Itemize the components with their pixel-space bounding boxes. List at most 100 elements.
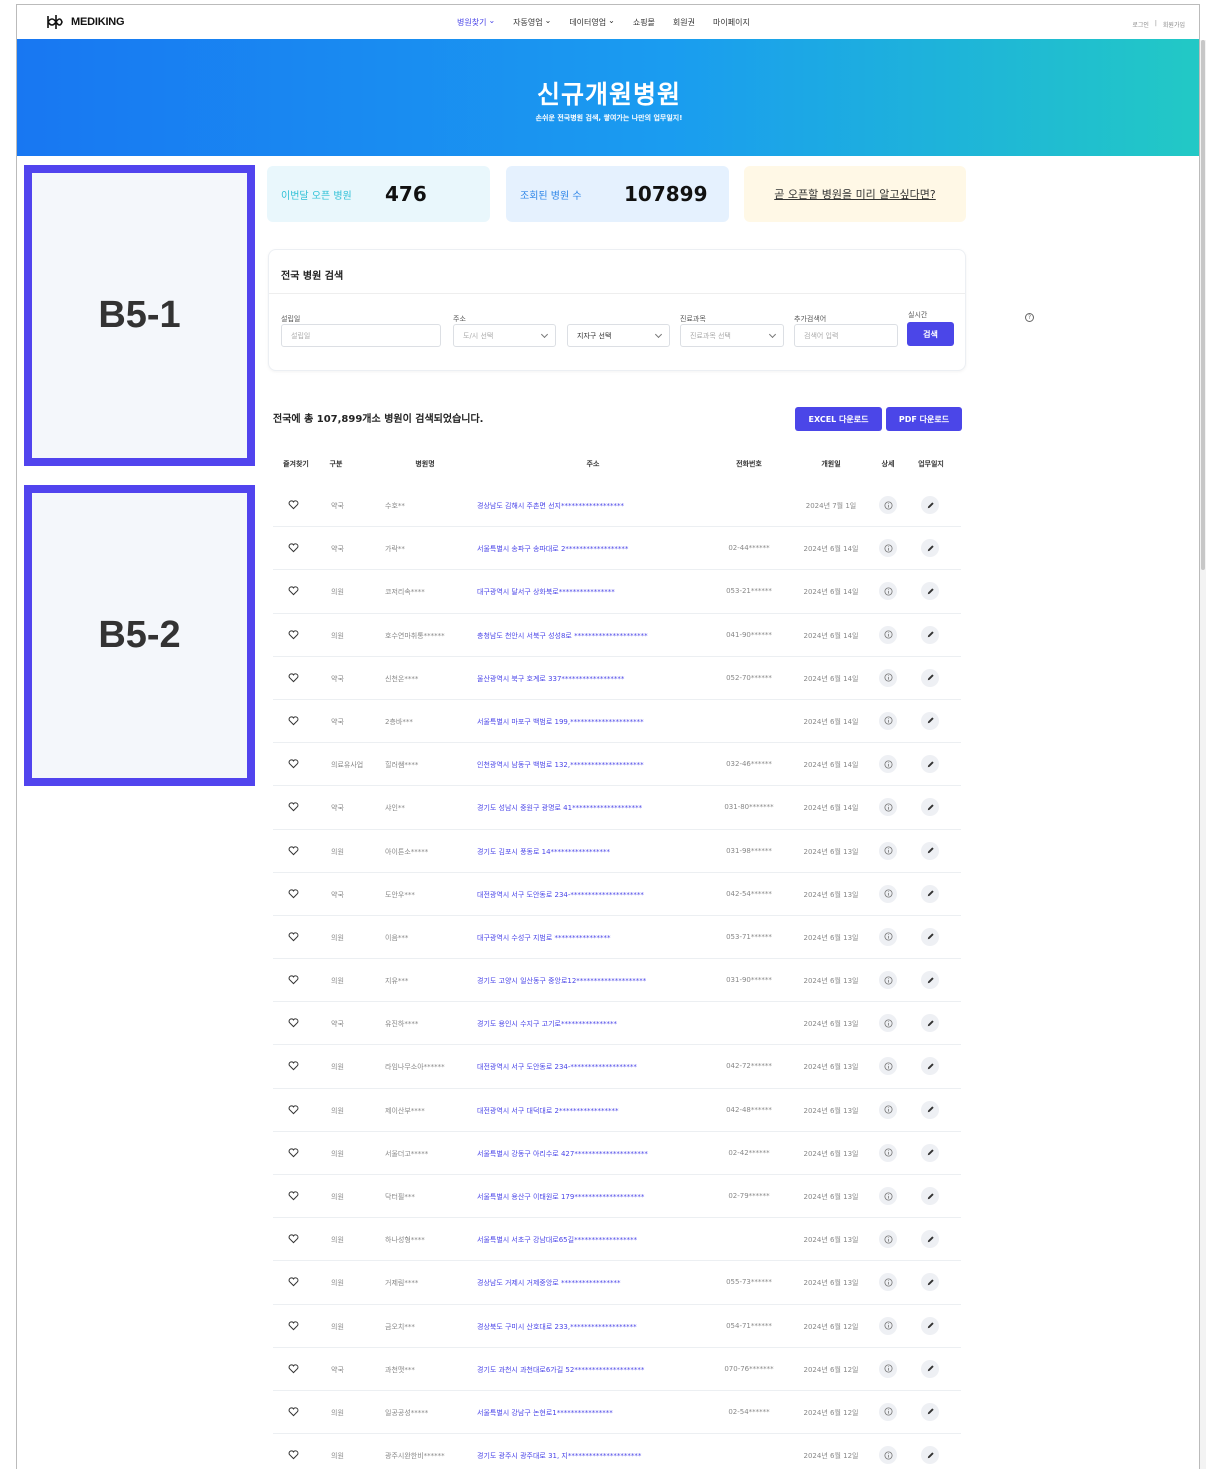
heart-icon[interactable]: [288, 974, 299, 985]
info-icon[interactable]: [879, 927, 897, 946]
help-icon[interactable]: ?: [1025, 313, 1034, 322]
pencil-icon[interactable]: [921, 1402, 939, 1421]
heart-icon[interactable]: [288, 1017, 299, 1028]
cell-address[interactable]: 인천광역시 남동구 백범로 132,*********************: [477, 760, 644, 770]
info-icon[interactable]: [879, 496, 897, 514]
table-row[interactable]: 약국 과천맷*** 경기도 과천시 과천대로6가길 52**************…: [273, 1348, 961, 1391]
heart-icon[interactable]: [288, 715, 299, 726]
table-row[interactable]: 약국 2층바*** 서울특별시 마포구 백범로 199,**************…: [273, 700, 961, 744]
pdf-download-button[interactable]: PDF 다운로드: [886, 407, 962, 431]
heart-icon[interactable]: [288, 1060, 299, 1071]
table-row[interactable]: 의료유사업 힐러쌤**** 인천광역시 남동구 백범로 132,**********…: [273, 743, 961, 787]
pencil-icon[interactable]: [921, 1100, 939, 1119]
login-link[interactable]: 로그인: [1132, 20, 1149, 29]
heart-icon[interactable]: [288, 1406, 299, 1417]
info-icon[interactable]: [879, 1273, 897, 1292]
pencil-icon[interactable]: [921, 841, 939, 860]
info-icon[interactable]: [879, 1187, 897, 1205]
table-row[interactable]: 의원 일공공성***** 서울특별시 강남구 논현로1***************…: [273, 1391, 961, 1435]
info-icon[interactable]: [879, 798, 897, 817]
table-row[interactable]: 의원 금오치*** 경상북도 구미시 산호대로 233,**************…: [273, 1305, 961, 1348]
heart-icon[interactable]: [288, 499, 299, 510]
info-icon[interactable]: [879, 755, 897, 774]
info-icon[interactable]: [879, 884, 897, 903]
table-row[interactable]: 의원 지유*** 경기도 고양시 일산동구 중앙로12***************…: [273, 959, 961, 1003]
nav-item[interactable]: 데이터영업 ⌄: [569, 16, 615, 28]
pencil-icon[interactable]: [921, 1316, 939, 1335]
cell-address[interactable]: 서울특별시 강남구 논현로1****************: [477, 1408, 613, 1418]
city-select[interactable]: 도/시 선택: [453, 324, 556, 347]
pencil-icon[interactable]: [921, 1187, 939, 1205]
pencil-icon[interactable]: [921, 1014, 939, 1033]
table-row[interactable]: 약국 수호** 경상남도 김해시 주촌면 선지****************** 2…: [273, 484, 961, 528]
cell-address[interactable]: 서울특별시 송파구 송파대로 2******************: [477, 544, 628, 554]
heart-icon[interactable]: [288, 1190, 299, 1201]
pencil-icon[interactable]: [921, 625, 939, 644]
info-icon[interactable]: [879, 971, 897, 990]
cell-address[interactable]: 경기도 김포시 풍동로 14*****************: [477, 847, 610, 857]
table-row[interactable]: 의원 제이산부**** 대전광역시 서구 대덕대로 2***************…: [273, 1089, 961, 1132]
table-row[interactable]: 의원 닥터필*** 서울특별시 용산구 이태원로 179**************…: [273, 1175, 961, 1219]
cell-address[interactable]: 경상북도 구미시 산호대로 233,*******************: [477, 1322, 637, 1332]
cell-address[interactable]: 경기도 광주시 광주대로 31, 지*********************: [477, 1451, 641, 1461]
info-icon[interactable]: [879, 1100, 897, 1119]
table-row[interactable]: 약국 가락** 서울특별시 송파구 송파대로 2******************…: [273, 527, 961, 571]
table-row[interactable]: 약국 신천온**** 울산광역시 북구 호계로 337***************…: [273, 657, 961, 700]
table-row[interactable]: 의원 라임나무소아****** 대전광역시 서구 도안동로 234-********…: [273, 1045, 961, 1089]
cell-address[interactable]: 대전광역시 서구 도안동로 234-*********************: [477, 890, 644, 900]
table-row[interactable]: 의원 서울더고***** 서울특별시 강동구 아리수로 427***********…: [273, 1132, 961, 1175]
cell-address[interactable]: 경기도 과천시 과천대로6가길 52********************: [477, 1365, 644, 1375]
heart-icon[interactable]: [288, 1233, 299, 1244]
cell-address[interactable]: 서울특별시 서초구 강남대로65길******************: [477, 1235, 637, 1245]
heart-icon[interactable]: [288, 1363, 299, 1374]
table-row[interactable]: 의원 광주시완한비****** 경기도 광주시 광주대로 31, 지********…: [273, 1434, 961, 1469]
cell-address[interactable]: 서울특별시 강동구 아리수로 427*********************: [477, 1149, 648, 1159]
pencil-icon[interactable]: [921, 496, 939, 514]
pencil-icon[interactable]: [921, 539, 939, 558]
pencil-icon[interactable]: [921, 582, 939, 601]
info-icon[interactable]: [879, 1014, 897, 1033]
preview-link[interactable]: 곧 오픈할 병원을 미리 알고싶다면?: [774, 186, 936, 202]
pencil-icon[interactable]: [921, 668, 939, 687]
info-icon[interactable]: [879, 625, 897, 644]
info-icon[interactable]: [879, 1402, 897, 1421]
info-icon[interactable]: [879, 1057, 897, 1076]
heart-icon[interactable]: [288, 888, 299, 899]
info-icon[interactable]: [879, 668, 897, 687]
info-icon[interactable]: [879, 539, 897, 558]
scrollbar-thumb[interactable]: [1201, 40, 1205, 570]
cell-address[interactable]: 대전광역시 서구 대덕대로 2*****************: [477, 1106, 618, 1116]
heart-icon[interactable]: [288, 629, 299, 640]
heart-icon[interactable]: [288, 585, 299, 596]
pencil-icon[interactable]: [921, 1143, 939, 1162]
info-icon[interactable]: [879, 1316, 897, 1335]
cell-address[interactable]: 서울특별시 용산구 이태원로 179********************: [477, 1192, 644, 1202]
info-icon[interactable]: [879, 1230, 897, 1249]
cell-address[interactable]: 경상남도 거제시 거제중앙로 *****************: [477, 1278, 620, 1288]
nav-item[interactable]: 쇼핑몰: [633, 17, 655, 28]
pencil-icon[interactable]: [921, 927, 939, 946]
info-icon[interactable]: [879, 841, 897, 860]
info-icon[interactable]: [879, 1359, 897, 1378]
heart-icon[interactable]: [288, 931, 299, 942]
table-row[interactable]: 의원 이음*** 대구광역시 수성구 지범로 **************** 053…: [273, 916, 961, 960]
heart-icon[interactable]: [288, 1276, 299, 1287]
cell-address[interactable]: 경기도 성남시 중원구 광명로 41********************: [477, 803, 642, 813]
cell-address[interactable]: 경상남도 김해시 주촌면 선지******************: [477, 501, 624, 511]
heart-icon[interactable]: [288, 1104, 299, 1115]
pencil-icon[interactable]: [921, 1057, 939, 1076]
cell-address[interactable]: 대구광역시 수성구 지범로 ****************: [477, 933, 611, 943]
nav-item[interactable]: 병원찾기 ⌄: [457, 16, 495, 28]
heart-icon[interactable]: [288, 1147, 299, 1158]
info-icon[interactable]: [879, 711, 897, 730]
cell-address[interactable]: 울산광역시 북구 호계로 337******************: [477, 674, 624, 684]
cell-address[interactable]: 충청남도 천안시 서북구 성성8로 *********************: [477, 631, 648, 641]
cell-address[interactable]: 대전광역시 서구 도안동로 234-*******************: [477, 1062, 637, 1072]
heart-icon[interactable]: [288, 1449, 299, 1460]
pencil-icon[interactable]: [921, 1446, 939, 1465]
heart-icon[interactable]: [288, 801, 299, 812]
pencil-icon[interactable]: [921, 755, 939, 774]
pencil-icon[interactable]: [921, 1359, 939, 1378]
pencil-icon[interactable]: [921, 971, 939, 990]
keyword-input[interactable]: 검색어 입력: [794, 324, 898, 347]
